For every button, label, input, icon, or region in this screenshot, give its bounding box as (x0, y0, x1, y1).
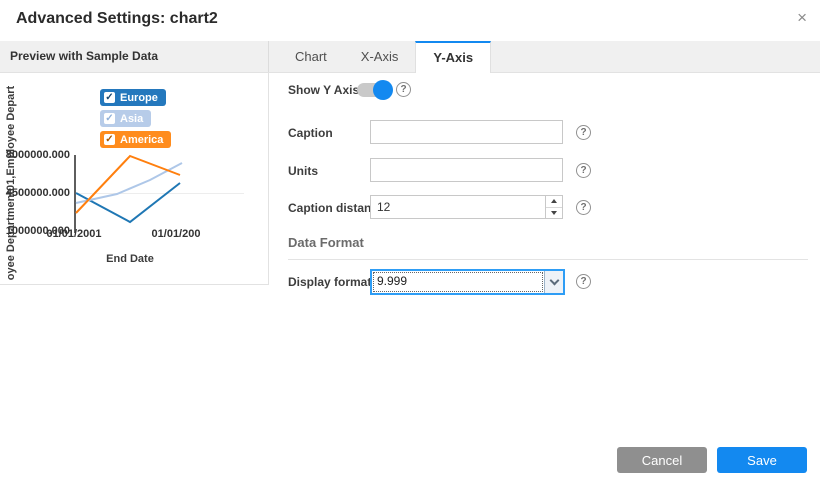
show-y-axis-label: Show Y Axis (288, 83, 359, 97)
dialog-title: Advanced Settings: chart2 (16, 10, 218, 28)
caption-label: Caption (288, 126, 333, 140)
chevron-down-icon (549, 275, 559, 285)
advanced-settings-dialog: Advanced Settings: chart2 × Preview with… (0, 0, 820, 488)
show-y-axis-toggle[interactable] (357, 83, 391, 97)
display-format-value: 9.999 (372, 271, 544, 293)
close-icon[interactable]: × (797, 8, 807, 28)
preview-panel: oyee Department01,Employee Depart ✓Europ… (0, 73, 269, 285)
help-icon[interactable]: ? (576, 274, 591, 289)
display-format-label: Display format (288, 275, 371, 289)
x-tick-label: 01/01/200 (138, 228, 214, 240)
toggle-knob (373, 80, 393, 100)
tab-chart[interactable]: Chart (278, 41, 344, 73)
caption-input[interactable] (370, 120, 563, 144)
preview-header: Preview with Sample Data (0, 41, 269, 72)
help-icon[interactable]: ? (576, 125, 591, 140)
tab-x-axis[interactable]: X-Axis (344, 41, 416, 73)
title-bar: Advanced Settings: chart2 × (0, 0, 820, 41)
y-axis-settings-form: Show Y Axis ? Caption ? Units ? Caption … (270, 73, 820, 488)
section-divider (288, 259, 808, 260)
x-tick-label: 01/01/2001 (30, 228, 118, 240)
stepper-up-icon[interactable] (546, 196, 562, 208)
caption-distance-input[interactable] (370, 195, 563, 219)
caption-distance-stepper (545, 196, 562, 218)
save-button[interactable]: Save (717, 447, 807, 473)
x-axis-title: End Date (70, 253, 190, 265)
series-line-america (76, 156, 180, 213)
help-icon[interactable]: ? (576, 163, 591, 178)
tab-bar: ChartX-AxisY-Axis (270, 41, 820, 73)
dropdown-button[interactable] (544, 271, 563, 293)
tab-y-axis[interactable]: Y-Axis (415, 41, 491, 73)
help-icon[interactable]: ? (576, 200, 591, 215)
units-label: Units (288, 164, 318, 178)
stepper-down-icon[interactable] (546, 208, 562, 219)
help-icon[interactable]: ? (396, 82, 411, 97)
header-band: Preview with Sample Data ChartX-AxisY-Ax… (0, 41, 820, 73)
data-format-section-header: Data Format (288, 235, 364, 250)
units-input[interactable] (370, 158, 563, 182)
display-format-select[interactable]: 9.999 (370, 269, 565, 295)
cancel-button[interactable]: Cancel (617, 447, 707, 473)
